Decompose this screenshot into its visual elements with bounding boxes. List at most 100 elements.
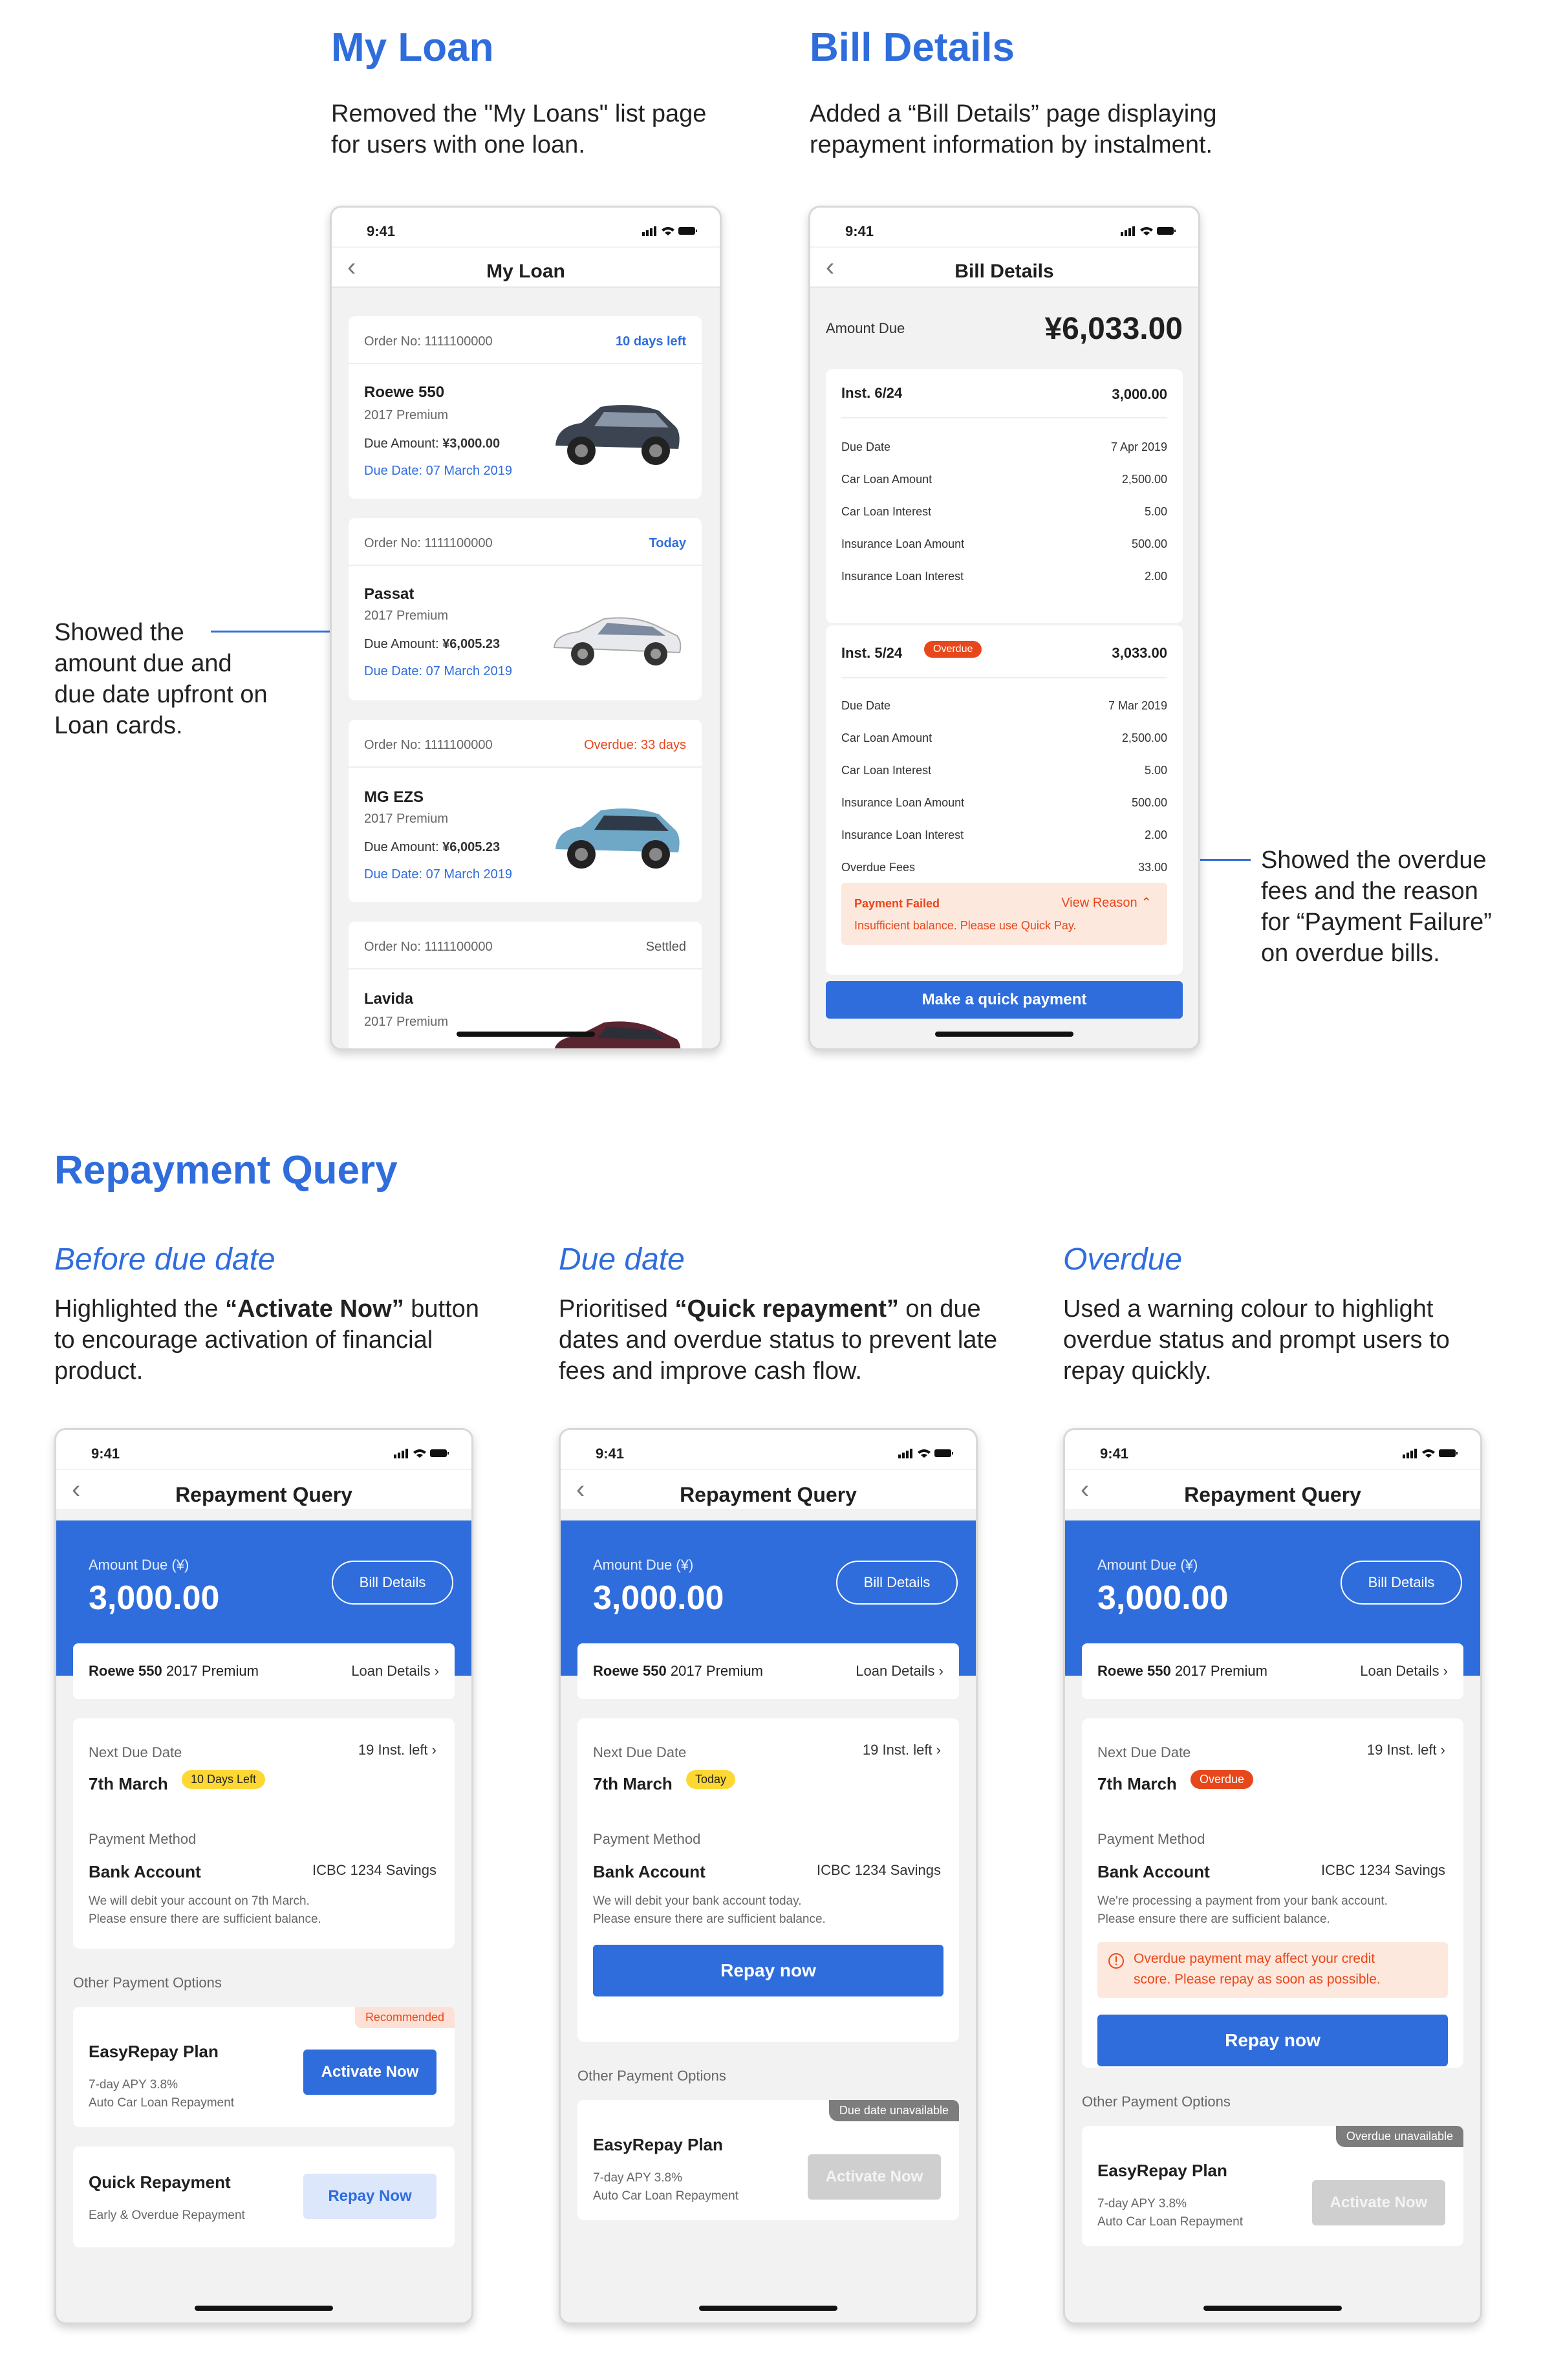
my-loan-phone: 9:41 ‹ My Loan Order No: 1111100000 10 d… — [330, 206, 722, 1050]
bank-account-value: ICBC 1234 Savings — [312, 1862, 436, 1878]
loan-status: 10 days left — [616, 334, 686, 349]
bill-details-button[interactable]: Bill Details — [836, 1561, 958, 1605]
due-amount: ¥6,005.23 — [442, 840, 501, 854]
loan-details-link[interactable]: Loan Details — [351, 1663, 430, 1679]
bank-account-label: Bank Account — [593, 1862, 706, 1881]
easyrepay-title: EasyRepay Plan — [1097, 2161, 1227, 2180]
screen-title: Repayment Query — [175, 1483, 352, 1506]
status-time: 9:41 — [91, 1445, 120, 1462]
bill-row-label: Car Loan Interest — [841, 764, 932, 777]
bill-row-label: Due Date — [841, 699, 891, 712]
bill-row-value: 2.00 — [1144, 570, 1167, 583]
payment-method-label: Payment Method — [593, 1831, 701, 1847]
unavailable-badge: Due date unavailable — [828, 2100, 959, 2121]
loan-card[interactable]: Order No: 1111100000 Overdue: 33 days MG… — [349, 720, 702, 902]
warning-line-1: Overdue payment may affect your credit — [1134, 1951, 1375, 1966]
bill-row-value: 500.00 — [1131, 796, 1167, 809]
nav-bar: ‹ Repayment Query — [1065, 1470, 1480, 1509]
loan-status: Settled — [645, 940, 686, 954]
repay-now-button[interactable]: Repay now — [1097, 2015, 1448, 2066]
due-date-description: Prioritised “Quick repayment” on due dat… — [559, 1295, 998, 1385]
next-due-label: Next Due Date — [1097, 1744, 1191, 1760]
due-status-badge: Today — [686, 1770, 736, 1789]
bill-row-label: Insurance Loan Amount — [841, 537, 965, 550]
repay-now-button[interactable]: Repay now — [593, 1945, 943, 1996]
nav-bar: ‹ Repayment Query — [56, 1470, 471, 1509]
before-due-subtitle: Before due date — [54, 1242, 275, 1277]
instalment-card: Inst. 6/24 3,000.00 Due Date 7 Apr 2019 Ca… — [826, 369, 1183, 623]
easyrepay-card: Overdue unavailable EasyRepay Plan 7-day … — [1082, 2126, 1463, 2246]
easyrepay-card: Recommended EasyRepay Plan 7-day APY 3.8%… — [73, 2007, 455, 2127]
home-indicator — [1203, 2306, 1342, 2311]
next-due-card: Next Due Date 19 Inst. left › 7th March … — [1082, 1718, 1463, 2068]
quick-repayment-title: Quick Repayment — [89, 2172, 231, 2192]
auto-repayment-text: Auto Car Loan Repayment — [89, 2096, 234, 2110]
quick-repayment-subtitle: Early & Overdue Repayment — [89, 2209, 245, 2222]
order-number: Order No: 1111100000 — [364, 536, 493, 550]
other-options-label: Other Payment Options — [577, 2068, 726, 2084]
repayment-query-phone: 9:41 ‹ Repayment Query Amount Due (¥) 3,… — [559, 1428, 978, 2324]
car-trim: 2017 Premium — [364, 609, 449, 623]
loan-status: Overdue: 33 days — [584, 738, 686, 752]
quick-payment-button[interactable]: Make a quick payment — [826, 981, 1183, 1019]
inst-left-link[interactable]: 19 Inst. left › — [358, 1742, 436, 1758]
loan-card[interactable]: Order No: 1111100000 10 days left Roewe … — [349, 316, 702, 499]
bill-details-button[interactable]: Bill Details — [332, 1561, 453, 1605]
inst-left-link[interactable]: 19 Inst. left › — [1367, 1742, 1445, 1758]
activate-now-button[interactable]: Activate Now — [303, 2050, 436, 2095]
status-icons — [1121, 226, 1176, 239]
activate-now-button-disabled: Activate Now — [1312, 2180, 1445, 2225]
overdue-subtitle: Overdue — [1063, 1242, 1183, 1277]
balance-note: Please ensure there are sufficient balan… — [89, 1912, 321, 1926]
loan-card[interactable]: Order No: 1111100000 Today Passat 2017 P… — [349, 518, 702, 700]
inst-left-link[interactable]: 19 Inst. left › — [863, 1742, 941, 1758]
inst-left-label: 19 Inst. left — [358, 1742, 428, 1758]
amount-due-label: Amount Due — [826, 320, 905, 336]
status-icons — [394, 1448, 449, 1462]
payment-failed-title: Payment Failed — [854, 897, 940, 910]
status-icons — [898, 1448, 954, 1462]
due-amount: ¥6,005.23 — [442, 637, 501, 651]
view-reason-link[interactable]: View Reason ⌃ — [1061, 894, 1152, 911]
amount-due-label: Amount Due (¥) — [593, 1557, 694, 1573]
due-date-value: 7th March — [1097, 1774, 1177, 1793]
payment-failed-banner: Payment Failed View Reason ⌃ Insufficien… — [841, 883, 1167, 945]
bill-details-description: Added a “Bill Details” page displaying r… — [810, 100, 1217, 158]
loan-details-link[interactable]: Loan Details — [856, 1663, 934, 1679]
suv-car-icon — [555, 405, 680, 465]
car-name: Roewe 550 — [364, 384, 445, 401]
amount-due-value: 3,000.00 — [593, 1579, 724, 1617]
order-number: Order No: 1111100000 — [364, 940, 493, 954]
chevron-up-icon: ⌃ — [1141, 896, 1152, 910]
loan-summary-card[interactable]: Roewe 550 2017 Premium Loan Details › — [577, 1643, 959, 1699]
car-trim: 2017 Premium — [364, 408, 449, 422]
loan-summary-card[interactable]: Roewe 550 2017 Premium Loan Details › — [73, 1643, 455, 1699]
due-date: Due Date: 07 March 2019 — [364, 867, 513, 882]
bill-row-label: Car Loan Amount — [841, 731, 932, 744]
screen-title: My Loan — [486, 261, 565, 282]
next-due-card: Next Due Date 19 Inst. left › 7th March … — [73, 1718, 455, 1949]
debit-note: We will debit your bank account today. — [593, 1894, 802, 1908]
quick-repay-now-button[interactable]: Repay Now — [303, 2174, 436, 2219]
bill-details-button[interactable]: Bill Details — [1341, 1561, 1462, 1605]
screen-title: Bill Details — [954, 261, 1054, 282]
chevron-right-icon: › — [1440, 1742, 1445, 1758]
bill-row-label: Due Date — [841, 440, 891, 453]
instalment-total: 3,000.00 — [1112, 386, 1167, 402]
loan-details-link[interactable]: Loan Details — [1360, 1663, 1439, 1679]
apy-text: 7-day APY 3.8% — [89, 2078, 178, 2092]
nav-bar: ‹ Bill Details — [810, 248, 1198, 288]
order-number: Order No: 1111100000 — [364, 738, 493, 752]
amount-due-value: ¥6,033.00 — [1044, 312, 1183, 346]
next-due-label: Next Due Date — [593, 1744, 687, 1760]
chevron-right-icon: › — [1443, 1663, 1448, 1679]
status-bar: 9:41 — [56, 1430, 471, 1469]
bank-account-value: ICBC 1234 Savings — [817, 1862, 941, 1878]
due-date-value: 7th March — [89, 1774, 168, 1793]
car-trim: 2017 Premium — [364, 1015, 449, 1029]
amount-due-value: 3,000.00 — [89, 1579, 220, 1617]
bill-row-value: 33.00 — [1137, 861, 1167, 874]
car-name: Roewe 550 — [593, 1663, 667, 1679]
loan-summary-card[interactable]: Roewe 550 2017 Premium Loan Details › — [1082, 1643, 1463, 1699]
home-indicator — [457, 1032, 595, 1037]
